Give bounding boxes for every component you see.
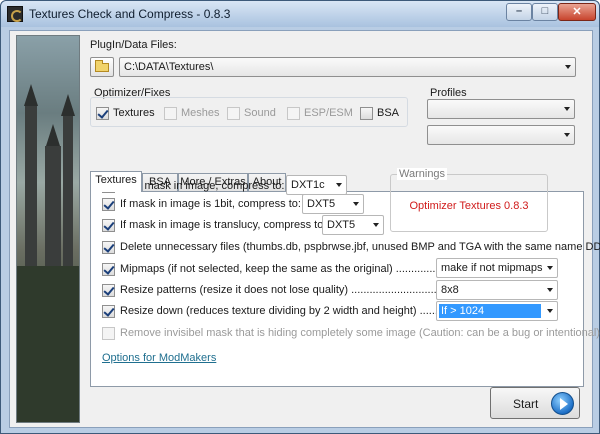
maximize-button[interactable]: □ (532, 3, 558, 21)
bsa-label: BSA (377, 107, 400, 119)
remove-invisible-mask-label: Remove invisibel mask that is hiding com… (120, 327, 600, 339)
warnings-message: Optimizer Textures 0.8.3 (409, 200, 529, 212)
chevron-down-icon (353, 202, 359, 206)
app-window: Textures Check and Compress - 0.8.3 – □ … (0, 0, 600, 434)
close-icon: ✕ (572, 6, 582, 18)
chevron-down-icon (373, 223, 379, 227)
main-panel: PlugIn/Data Files: C:\DATA\Textures\ Opt… (9, 30, 600, 428)
bsa-checkbox[interactable] (360, 107, 373, 120)
sound-label: Sound (244, 107, 276, 119)
mipmaps-label: Mipmaps (if not selected, keep the same … (120, 263, 479, 275)
profiles-label: Profiles (430, 87, 467, 99)
mask-1bit-label: If mask in image is 1bit, compress to: (120, 198, 301, 210)
chevron-down-icon (547, 266, 553, 270)
minimize-icon: – (515, 5, 523, 17)
no-mask-label: If no mask in image, compress to: (120, 180, 285, 192)
delete-unnecessary-label: Delete unnecessary files (thumbs.db, psp… (120, 241, 600, 253)
resize-down-label: Resize down (reduces texture dividing by… (120, 305, 478, 317)
mask-1bit-checkbox[interactable] (102, 198, 115, 211)
remove-invisible-mask-checkbox[interactable] (102, 327, 115, 340)
resize-down-checkbox[interactable] (102, 305, 115, 318)
mipmaps-dropdown[interactable]: make if not mipmaps (436, 258, 558, 278)
resize-patterns-dropdown[interactable]: 8x8 (436, 280, 558, 300)
maximize-icon: □ (541, 5, 549, 17)
options-for-modmakers-link[interactable]: Options for ModMakers (102, 352, 216, 364)
sound-checkbox[interactable] (227, 107, 240, 120)
meshes-label: Meshes (181, 107, 220, 119)
minimize-button[interactable]: – (506, 3, 532, 21)
warnings-box: Warnings Optimizer Textures 0.8.3 (390, 168, 548, 232)
chevron-down-icon (336, 183, 342, 187)
chevron-down-icon (564, 107, 570, 111)
window-title: Textures Check and Compress - 0.8.3 (29, 7, 231, 21)
mask-translucy-label: If mask in image is translucy, compress … (120, 219, 327, 231)
chevron-down-icon (565, 65, 571, 69)
mask-translucy-checkbox[interactable] (102, 219, 115, 232)
profile-dropdown-2[interactable] (427, 125, 575, 145)
chevron-down-icon (564, 133, 570, 137)
delete-unnecessary-checkbox[interactable] (102, 241, 115, 254)
esp-esm-label: ESP/ESM (304, 107, 353, 119)
profile-dropdown-1[interactable] (427, 99, 575, 119)
play-icon (551, 392, 574, 415)
browse-folder-button[interactable] (90, 57, 114, 77)
data-path-value: C:\DATA\Textures\ (124, 61, 214, 73)
tab-textures[interactable]: Textures (90, 171, 142, 192)
mask-translucy-format-dropdown[interactable]: DXT5 (322, 215, 384, 235)
start-button[interactable]: Start (490, 387, 580, 419)
app-icon (7, 6, 23, 22)
mipmaps-checkbox[interactable] (102, 263, 115, 276)
no-mask-format-dropdown[interactable]: DXT1c (286, 175, 347, 195)
start-button-label: Start (513, 397, 539, 411)
folder-icon (95, 60, 109, 72)
resize-patterns-label: Resize patterns (resize it does not lose… (120, 284, 480, 296)
warnings-title: Warnings (397, 168, 448, 180)
data-path-dropdown[interactable]: C:\DATA\Textures\ (119, 57, 576, 77)
meshes-checkbox[interactable] (164, 107, 177, 120)
mask-1bit-format-dropdown[interactable]: DXT5 (302, 194, 364, 214)
chevron-down-icon (547, 309, 553, 313)
plugin-data-label: PlugIn/Data Files: (90, 39, 177, 51)
textures-label: Textures (113, 107, 155, 119)
resize-down-dropdown[interactable]: If > 1024 (436, 301, 558, 321)
esp-esm-checkbox[interactable] (287, 107, 300, 120)
resize-patterns-checkbox[interactable] (102, 284, 115, 297)
castle-picture (16, 35, 80, 423)
chevron-down-icon (547, 288, 553, 292)
textures-checkbox[interactable] (96, 107, 109, 120)
title-bar: Textures Check and Compress - 0.8.3 – □ … (1, 1, 599, 27)
close-button[interactable]: ✕ (558, 3, 596, 21)
